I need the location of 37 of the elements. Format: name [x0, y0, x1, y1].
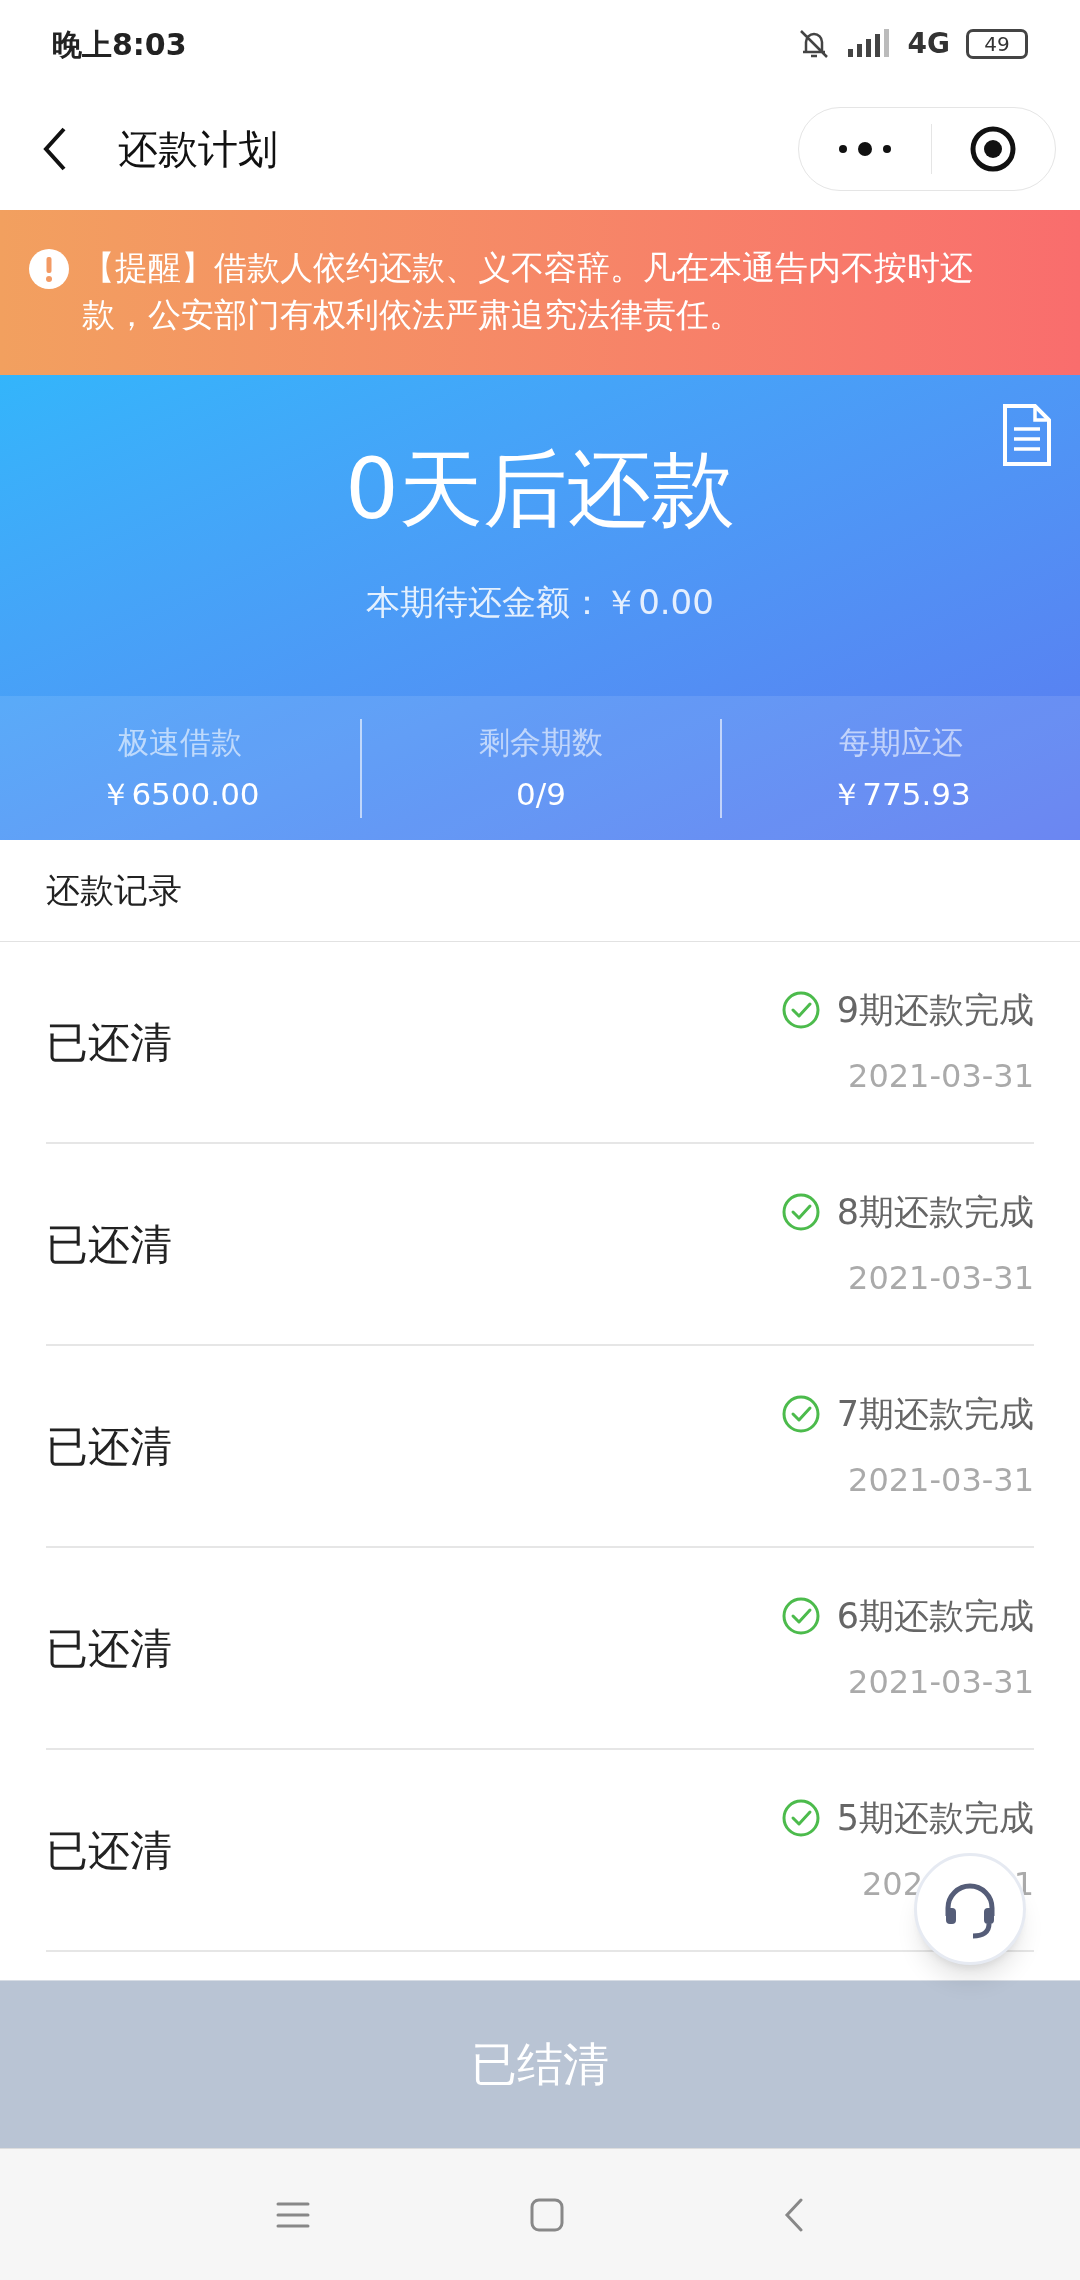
signal-icon: [847, 29, 892, 59]
installment-result: 8期还款完成: [836, 1190, 1034, 1234]
close-target-icon[interactable]: [969, 125, 1018, 173]
stat-label: 极速借款: [118, 722, 242, 762]
installment-result: 9期还款完成: [836, 988, 1034, 1032]
page-title: 还款计划: [118, 125, 278, 174]
alert-text: 【提醒】借款人依约还款、义不容辞。凡在本通告内不按时还款，公安部门有权利依法严肃追究法律责任。: [82, 247, 974, 336]
installment-result: 5期还款完成: [836, 1796, 1034, 1840]
stat-label: 每期应还: [839, 722, 963, 762]
menu-icon[interactable]: [276, 2200, 310, 2229]
installment-result: 6期还款完成: [836, 1594, 1034, 1638]
status-time: 晚上8:03: [52, 25, 187, 64]
repayment-status: 已还清: [46, 1824, 172, 1877]
home-icon[interactable]: [530, 2197, 564, 2232]
repayment-date: 2021-03-31: [848, 1056, 1034, 1098]
repayment-status: 已还清: [46, 1016, 172, 1069]
repayment-status: 已还清: [46, 1218, 172, 1271]
document-icon[interactable]: [1002, 403, 1052, 467]
repayment-date: 202: [862, 1864, 924, 1906]
stat-label: 剩余期数: [479, 722, 603, 762]
stat-value: ￥6500.00: [100, 775, 260, 814]
stat-value: ￥775.93: [831, 775, 971, 814]
exclamation-icon: [28, 248, 70, 290]
repayment-status: 已还清: [46, 1622, 172, 1675]
more-icon[interactable]: [836, 141, 893, 157]
repayment-status: 已还清: [46, 1420, 172, 1473]
back-nav-icon[interactable]: [784, 2197, 804, 2232]
repayment-date: 2021-03-31: [848, 1460, 1034, 1502]
installment-result: 7期还款完成: [836, 1392, 1034, 1436]
battery-icon: 49: [966, 29, 1028, 59]
repayment-date: 2021-03-31: [848, 1258, 1034, 1300]
section-title: 还款记录: [46, 869, 182, 912]
network-label: 4G: [907, 26, 950, 62]
repayment-date: 2021-03-31: [848, 1662, 1034, 1704]
due-amount-text: 本期待还金额：￥0.00: [366, 581, 714, 624]
days-until-repayment: 0天后还款: [345, 447, 735, 531]
stat-value: 0/9: [516, 775, 566, 814]
